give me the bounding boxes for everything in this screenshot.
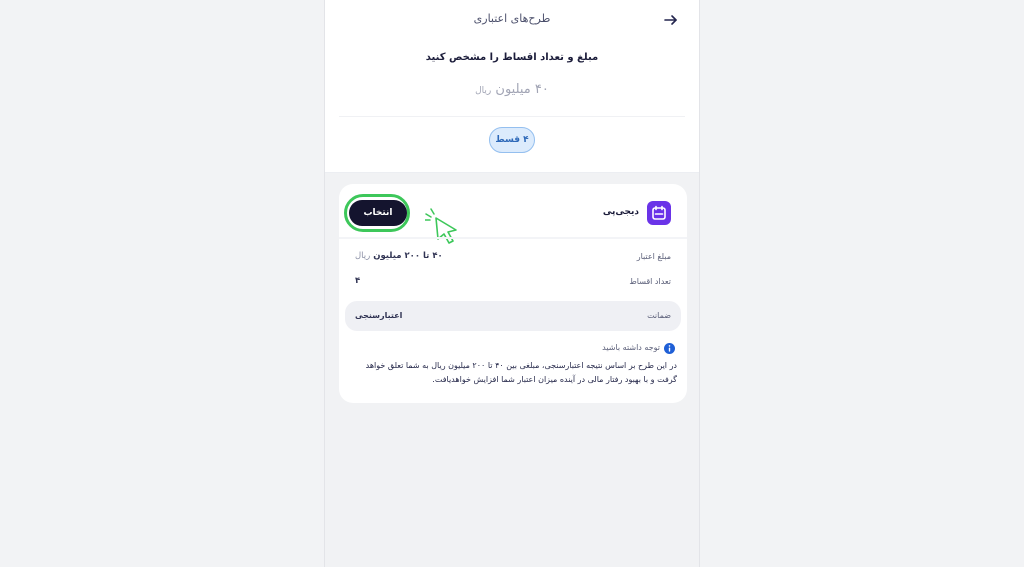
amount-value: ۴۰ میلیون — [495, 82, 549, 97]
plan-card: دیجی‌پی انتخاب مبلغ اعتبار ۴۰ تا ۲۰۰ میل… — [339, 184, 687, 403]
note-title: توجه داشته باشید — [602, 343, 660, 352]
credit-amount-label: مبلغ اعتبار — [636, 252, 671, 261]
credit-plans-panel: طرح‌های اعتباری مبلغ و تعداد اقساط را مش… — [324, 0, 700, 567]
credit-amount-value: ۴۰ تا ۲۰۰ میلیون ریال — [355, 251, 443, 261]
select-plan-button[interactable]: انتخاب — [349, 200, 407, 226]
installment-chip[interactable]: ۴ قسط — [489, 127, 535, 153]
guarantee-label: ضمانت — [647, 311, 671, 320]
plan-brand-name: دیجی‌پی — [602, 207, 639, 217]
amount-selection-section: طرح‌های اعتباری مبلغ و تعداد اقساط را مش… — [325, 0, 699, 173]
card-divider — [339, 237, 687, 239]
divider — [339, 116, 685, 117]
guarantee-row: ضمانت اعتبارسنجی — [345, 301, 681, 331]
digipay-logo-icon — [647, 201, 671, 225]
installments-value: ۴ — [355, 276, 361, 286]
amount-display[interactable]: ۴۰ میلیون ریال — [325, 82, 699, 97]
installments-label: تعداد اقساط — [629, 277, 671, 286]
arrow-right-icon[interactable] — [663, 12, 679, 28]
credit-amount-unit: ریال — [355, 251, 371, 261]
page-title: طرح‌های اعتباری — [473, 12, 551, 25]
note-body: در این طرح بر اساس نتیجه اعتبارسنجی، مبل… — [365, 361, 677, 384]
credit-amount-range: ۴۰ تا ۲۰۰ میلیون — [373, 251, 443, 261]
guarantee-value: اعتبارسنجی — [355, 311, 403, 320]
amount-unit: ریال — [475, 86, 492, 96]
info-icon — [664, 343, 675, 354]
selection-subtitle: مبلغ و تعداد اقساط را مشخص کنید — [425, 52, 599, 63]
